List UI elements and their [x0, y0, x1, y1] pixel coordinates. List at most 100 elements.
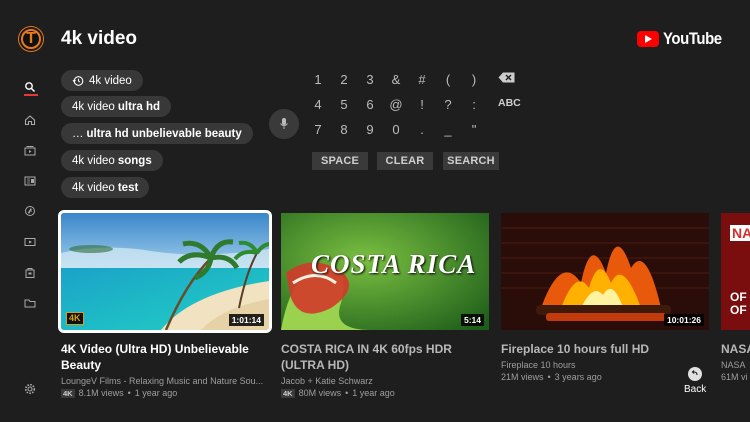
avatar-letter: T [26, 30, 36, 47]
video-duration: 10:01:26 [663, 314, 704, 326]
video-meta: 4K 8.1M views • 1 year ago [61, 388, 269, 398]
history-icon [72, 75, 84, 86]
suggestion-text: 4k video [72, 181, 115, 194]
microphone-icon [280, 118, 288, 129]
abc-keyboard-toggle[interactable]: ABC [498, 97, 521, 109]
thumbnail-overlay-text: COSTA RICA [311, 249, 477, 279]
search-query-title: 4k video [61, 28, 138, 49]
back-icon [688, 367, 703, 381]
video-title: NASA NASA [721, 342, 750, 356]
music-icon[interactable] [22, 204, 38, 218]
youtube-logo-text: YouTube [663, 29, 722, 48]
meta-separator: • [547, 372, 551, 382]
active-nav-indicator [24, 94, 38, 96]
youtube-logo: YouTube [637, 29, 730, 49]
key[interactable]: 9 [360, 121, 380, 139]
video-card[interactable]: 10:01:26 Fireplace 10 hours full HD Fire… [501, 213, 709, 382]
key[interactable]: 3 [360, 71, 380, 89]
video-card[interactable]: 4K 1:01:14 4K Video (Ultra HD) Unbelieva… [58, 210, 272, 398]
subscriptions-icon[interactable] [22, 144, 38, 158]
key[interactable]: . [412, 121, 432, 139]
suggestion-item[interactable]: … ultra hd unbelievable beauty [61, 123, 253, 144]
back-label: Back [684, 384, 707, 395]
key[interactable]: : [464, 96, 484, 114]
video-thumbnail: 10:01:26 [501, 213, 709, 330]
4k-badge: 4K [281, 388, 295, 398]
folder-icon[interactable] [22, 296, 38, 310]
thumbnail-overlay-text: NA [730, 225, 750, 241]
suggestion-bold-text: ultra hd unbelievable beauty [86, 127, 242, 140]
key[interactable]: @ [386, 96, 406, 114]
video-views: 61M vi [721, 372, 748, 382]
voice-search-button[interactable] [269, 109, 299, 139]
video-card[interactable]: COSTA RICA 5:14 COSTA RICA IN 4K 60fps H… [281, 213, 489, 398]
video-channel: LoungeV Films - Relaxing Music and Natur… [61, 376, 264, 386]
key[interactable]: " [464, 121, 484, 139]
key[interactable]: 5 [334, 96, 354, 114]
movies-icon[interactable] [22, 235, 38, 249]
key[interactable]: 1 [308, 71, 328, 89]
clear-button[interactable]: CLEAR [377, 152, 433, 170]
key[interactable]: _ [438, 121, 458, 139]
home-icon[interactable] [22, 113, 38, 127]
suggestion-item[interactable]: 4k video ultra hd [61, 96, 172, 117]
key[interactable]: 6 [360, 96, 380, 114]
thumbnail-overlay-partial-text: OF OF [730, 290, 747, 317]
video-age: 1 year ago [352, 388, 395, 398]
suggestion-item[interactable]: 4k video songs [61, 150, 163, 171]
backspace-icon[interactable] [498, 72, 515, 83]
key[interactable]: ( [438, 71, 458, 89]
key[interactable]: 0 [386, 121, 406, 139]
suggestion-text: 4k video [72, 154, 115, 167]
4k-badge: 4K [61, 388, 75, 398]
library-icon[interactable] [22, 174, 38, 188]
key[interactable]: ? [438, 96, 458, 114]
key[interactable]: # [412, 71, 432, 89]
meta-separator: • [127, 388, 131, 398]
video-title: COSTA RICA IN 4K 60fps HDR (ULTRA HD) [281, 342, 452, 372]
profile-avatar[interactable]: T [19, 27, 43, 51]
key[interactable]: ! [412, 96, 432, 114]
youtube-play-icon [637, 31, 659, 47]
key[interactable]: 2 [334, 71, 354, 89]
video-age: 3 years ago [554, 372, 602, 382]
back-button[interactable]: Back [684, 367, 706, 395]
key[interactable]: ) [464, 71, 484, 89]
video-views: 80M views [298, 388, 342, 398]
suggestion-bold-text: test [117, 181, 139, 194]
key[interactable]: & [386, 71, 406, 89]
video-channel: NASA [721, 360, 746, 370]
search-icon[interactable] [22, 80, 38, 96]
video-thumbnail: COSTA RICA 5:14 [281, 213, 489, 330]
suggestion-item[interactable]: 4k video [61, 70, 143, 91]
video-thumbnail: 4K 1:01:14 [58, 210, 272, 333]
video-title: 4K Video (Ultra HD) Unbelievable Beauty [61, 342, 249, 372]
settings-icon[interactable] [22, 382, 38, 396]
video-channel: Fireplace 10 hours [501, 360, 576, 370]
video-duration: 5:14 [460, 314, 484, 326]
video-views: 21M views [501, 372, 544, 382]
video-age: 1 year ago [134, 388, 178, 398]
meta-separator: • [345, 388, 349, 398]
key[interactable]: 8 [334, 121, 354, 139]
suggestion-bold-text: ultra hd [117, 100, 161, 113]
video-duration: 1:01:14 [228, 314, 264, 326]
video-channel: Jacob + Katie Schwarz [281, 376, 373, 386]
search-button[interactable]: SEARCH [443, 152, 499, 170]
video-views: 8.1M views [78, 388, 124, 398]
suggestion-item[interactable]: 4k video test [61, 177, 150, 198]
key[interactable]: 4 [308, 96, 328, 114]
space-button[interactable]: SPACE [312, 152, 368, 170]
video-meta: 4K 80M views • 1 year ago [281, 388, 489, 398]
fireplace-thumbnail-image [501, 213, 709, 330]
video-title: Fireplace 10 hours full HD [501, 342, 650, 356]
key[interactable]: 7 [308, 121, 328, 139]
suggestion-bold-text: songs [117, 154, 152, 167]
video-meta: 21M views • 3 years ago [501, 372, 709, 382]
suggestion-text: 4k video [89, 74, 132, 87]
gaming-icon[interactable] [22, 266, 38, 280]
video-meta: 61M vi [721, 372, 750, 382]
beach-thumbnail-image [61, 213, 269, 330]
video-card[interactable]: NA OFOF NASA NASA NASA 61M vi [721, 213, 750, 382]
video-thumbnail: NA OF OF [721, 213, 750, 330]
